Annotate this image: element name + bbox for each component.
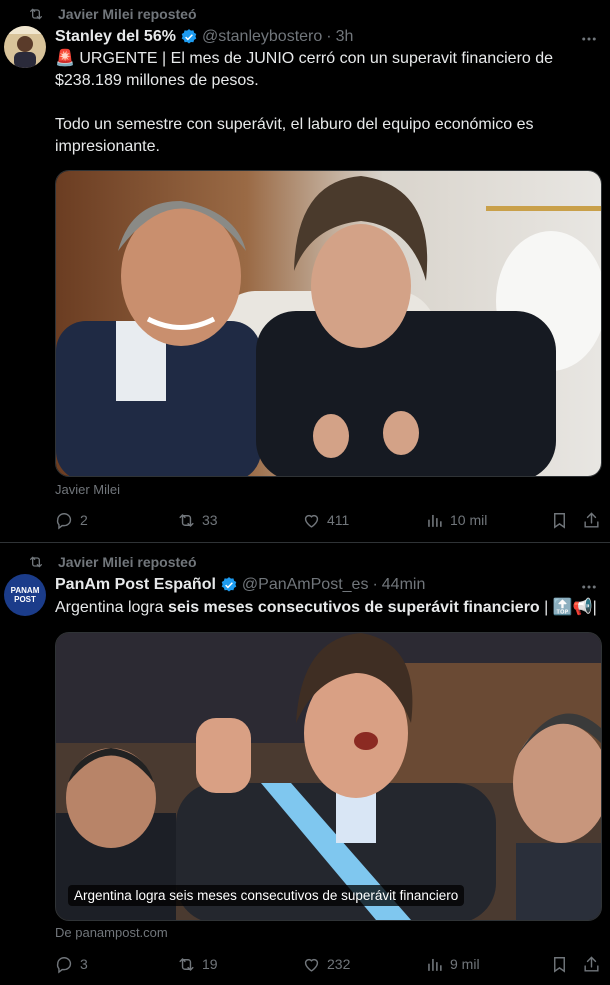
tweet-header: PanAm Post Español @PanAmPost_es · 44min xyxy=(55,575,598,595)
tweet-text-line: Todo un semestre con superávit, el labur… xyxy=(55,116,534,133)
timestamp[interactable]: 44min xyxy=(382,576,426,594)
tweet-text: 🚨 URGENTE | El mes de JUNIO cerró con un… xyxy=(55,48,594,158)
reply-button[interactable]: 3 xyxy=(55,952,88,976)
author-name[interactable]: PanAm Post Español xyxy=(55,576,216,594)
tweet-text-bold: seis meses consecutivos de superávit fin… xyxy=(167,599,540,616)
views-count: 9 mil xyxy=(450,956,480,972)
share-button[interactable] xyxy=(582,952,601,976)
action-bar: 3 19 232 9 mil xyxy=(55,952,600,976)
bookmark-button[interactable] xyxy=(550,952,569,976)
action-bar: 2 33 411 10 mil xyxy=(55,508,600,532)
repost-icon xyxy=(30,556,42,568)
views-icon xyxy=(428,514,442,527)
bookmark-button[interactable] xyxy=(550,508,569,532)
timestamp[interactable]: 3h xyxy=(336,28,354,46)
author-name[interactable]: Stanley del 56% xyxy=(55,28,176,46)
author-handle[interactable]: @PanAmPost_es xyxy=(242,576,369,594)
tweet-photo[interactable] xyxy=(55,170,602,477)
views-button[interactable]: 10 mil xyxy=(425,508,487,532)
repost-indicator[interactable]: Javier Milei reposteó xyxy=(28,4,197,24)
like-icon xyxy=(304,514,319,528)
like-button[interactable]: 411 xyxy=(302,508,349,532)
link-source[interactable]: De panampost.com xyxy=(55,925,168,940)
reply-icon xyxy=(56,956,72,973)
share-icon xyxy=(584,955,599,972)
like-count: 232 xyxy=(327,956,351,972)
avatar[interactable]: PANAM POST xyxy=(4,574,46,616)
reply-button[interactable]: 2 xyxy=(55,508,88,532)
tweet-1[interactable]: Javier Milei reposteó Stanley del 56% @s… xyxy=(0,0,610,543)
separator-dot: · xyxy=(326,28,332,45)
avatar[interactable] xyxy=(4,26,46,68)
tweet-text-suffix: | 🔝📢| xyxy=(539,599,597,616)
author-handle[interactable]: @stanleybostero xyxy=(202,28,322,46)
tweet-text-prefix: Argentina logra xyxy=(55,599,168,616)
tweet-2[interactable]: Javier Milei reposteó PANAM POST PanAm P… xyxy=(0,543,610,985)
like-count: 411 xyxy=(327,512,350,528)
retweet-button[interactable]: 19 xyxy=(177,952,218,976)
repost-icon xyxy=(30,8,42,20)
views-icon xyxy=(428,958,442,971)
retweet-icon xyxy=(179,513,194,527)
reply-count: 3 xyxy=(80,956,88,972)
share-icon xyxy=(584,511,599,528)
like-button[interactable]: 232 xyxy=(302,952,350,976)
retweet-count: 33 xyxy=(202,512,218,528)
separator-dot: · xyxy=(372,576,378,593)
retweet-count: 19 xyxy=(202,956,218,972)
media-source[interactable]: Javier Milei xyxy=(55,482,120,497)
tweet-text-line: 🚨 URGENTE | El mes de JUNIO cerró con un… xyxy=(55,50,554,67)
link-card-image[interactable]: Argentina logra seis meses consecutivos … xyxy=(55,632,602,921)
repost-label: Javier Milei reposteó xyxy=(58,6,197,22)
avatar-logo-text: PANAM xyxy=(10,586,40,595)
tweet-text-line: impresionante. xyxy=(55,138,160,155)
more-icon[interactable] xyxy=(580,30,598,48)
link-card-title: Argentina logra seis meses consecutivos … xyxy=(68,885,465,906)
verified-icon xyxy=(221,577,237,592)
retweet-button[interactable]: 33 xyxy=(177,508,218,532)
like-icon xyxy=(304,958,319,972)
more-icon[interactable] xyxy=(580,578,598,596)
repost-indicator[interactable]: Javier Milei reposteó xyxy=(28,552,197,572)
bookmark-icon xyxy=(554,512,565,529)
tweet-text: Argentina logra seis meses consecutivos … xyxy=(55,597,597,619)
verified-icon xyxy=(181,29,197,44)
views-count: 10 mil xyxy=(450,512,488,528)
views-button[interactable]: 9 mil xyxy=(425,952,480,976)
avatar-logo-text: POST xyxy=(14,595,36,604)
repost-label: Javier Milei reposteó xyxy=(58,554,197,570)
reply-icon xyxy=(56,512,72,529)
bookmark-icon xyxy=(554,956,565,973)
share-button[interactable] xyxy=(582,508,601,532)
reply-count: 2 xyxy=(80,512,88,528)
retweet-icon xyxy=(179,957,194,971)
tweet-header: Stanley del 56% @stanleybostero · 3h xyxy=(55,27,598,47)
tweet-text-line: $238.189 millones de pesos. xyxy=(55,72,259,89)
